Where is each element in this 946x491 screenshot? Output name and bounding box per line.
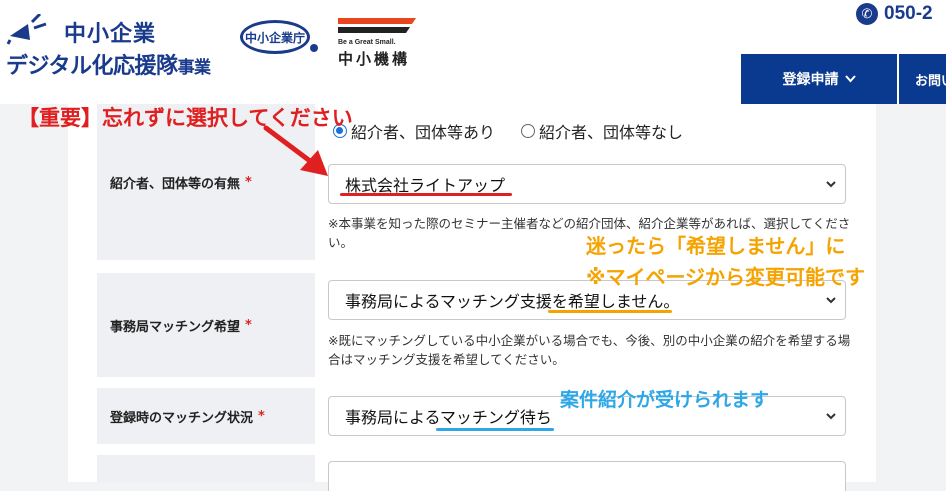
smrj-logo-mark (338, 18, 416, 33)
logo-dot (310, 44, 318, 52)
nav-contact-button[interactable]: お問い (899, 54, 946, 104)
orange-annotation-line2: ※マイページから変更可能です (586, 265, 866, 289)
matching-request-note: ※既にマッチングしている中小企業がいる場合でも、今後、別の中小企業の紹介を希望す… (328, 333, 851, 367)
megaphone-icon (6, 14, 47, 45)
phone-contact[interactable]: ✆ 050-2 (856, 0, 933, 28)
chevron-down-icon (826, 413, 836, 420)
next-field-label (97, 455, 315, 482)
phone-number: 050-2 (884, 3, 933, 24)
matching-status-highlight-underline (436, 428, 554, 431)
radio-referrer-no[interactable]: 紹介者、団体等なし (521, 119, 683, 143)
matching-status-label: 登録時のマッチング状況 * (97, 388, 315, 444)
radio-referrer-yes-label: 紹介者、団体等あり (351, 123, 496, 142)
matching-request-label: 事務局マッチング希望 * (97, 273, 315, 377)
phone-icon: ✆ (856, 3, 878, 25)
radio-referrer-yes[interactable]: 紹介者、団体等あり (333, 119, 495, 143)
matching-status-select-value: 事務局によるマッチング待ち (345, 408, 552, 427)
matching-request-select-value: 事務局によるマッチング支援を希望しません。 (345, 292, 680, 311)
matching-request-highlight-underline (548, 310, 672, 313)
radio-referrer-no-label: 紹介者、団体等なし (539, 123, 684, 142)
nav-contact-label: お問い (915, 73, 946, 89)
referrer-highlight-underline (340, 193, 512, 196)
referrer-label-text: 紹介者、団体等の有無 (110, 176, 241, 192)
logo-title-suffix: 事業 (177, 58, 212, 78)
required-mark: * (245, 317, 252, 333)
required-mark: * (258, 408, 265, 424)
logo-title-line1: 中小企業 (64, 22, 157, 47)
radio-unchecked-icon[interactable] (521, 124, 536, 138)
sme-agency-logo[interactable]: 中小企業庁 (240, 20, 320, 58)
logo-title-main: デジタル化応援隊 (6, 54, 178, 79)
logo-title-line2: デジタル化応援隊事業 (6, 48, 211, 80)
orange-annotation-line1: 迷ったら「希望しません」に (586, 234, 846, 258)
nav-register-button[interactable]: 登録申請 (741, 54, 897, 104)
digital-support-logo[interactable]: 中小企業 デジタル化応援隊事業 (4, 8, 234, 80)
chevron-down-icon (826, 181, 836, 188)
smrj-tagline: Be a Great Small. (338, 39, 396, 46)
required-mark: * (245, 174, 252, 190)
nav-register-label: 登録申請 (782, 72, 839, 88)
chevron-down-icon (826, 297, 836, 304)
sme-agency-logo-text: 中小企業庁 (240, 20, 310, 54)
matching-status-label-text: 登録時のマッチング状況 (110, 410, 254, 426)
matching-request-label-text: 事務局マッチング希望 (110, 319, 241, 335)
smrj-name: 中小機構 (338, 50, 411, 68)
referrer-select[interactable]: 株式会社ライトアップ (328, 164, 846, 204)
next-field-input[interactable] (328, 461, 846, 491)
smrj-logo[interactable]: Be a Great Small. 中小機構 (338, 18, 418, 68)
blue-annotation: 案件紹介が受けられます (560, 389, 770, 411)
site-header: 中小企業 デジタル化応援隊事業 中小企業庁 Be a Great Small. … (0, 0, 946, 104)
arrow-icon (263, 125, 328, 176)
chevron-down-icon (844, 75, 856, 83)
referrer-radio-group: 紹介者、団体等あり 紹介者、団体等なし (333, 120, 701, 142)
